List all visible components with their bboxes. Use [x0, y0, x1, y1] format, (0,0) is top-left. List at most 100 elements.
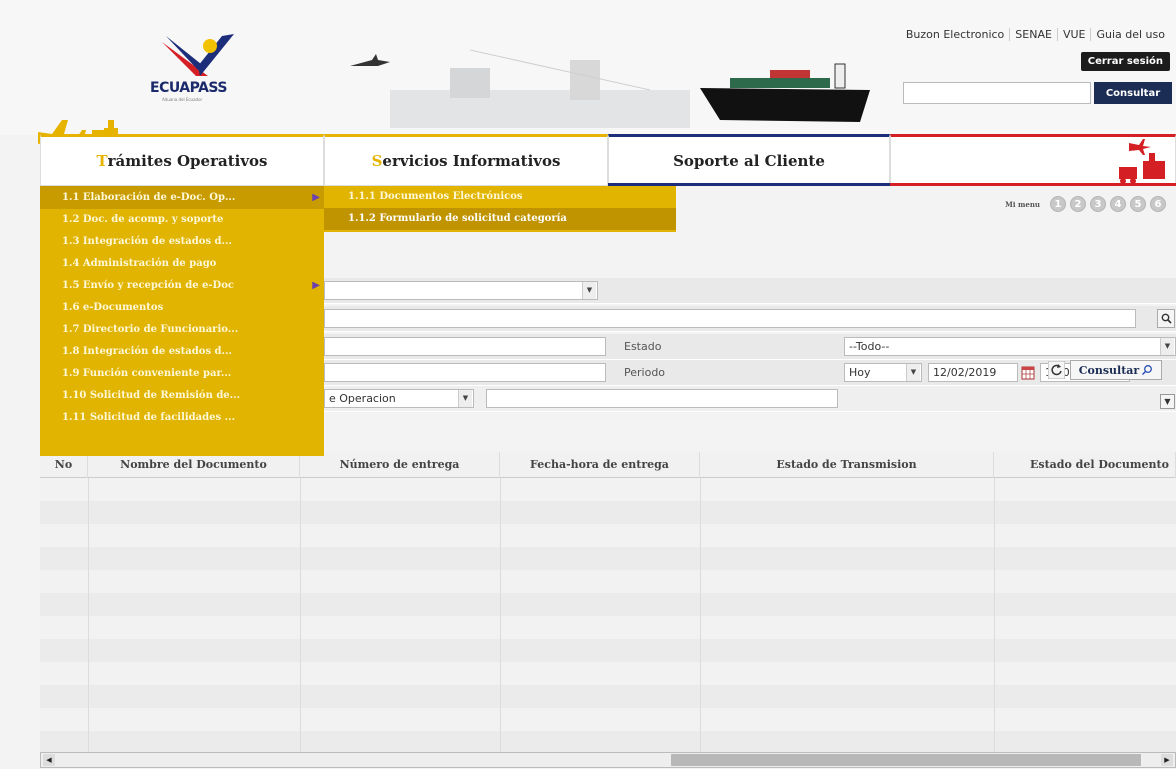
tab-servicios-informativos[interactable]: Servicios Informativos — [324, 134, 608, 186]
logo-mark-icon — [162, 34, 234, 76]
periodo-select[interactable]: Hoy ▼ — [844, 363, 922, 382]
logo-text: ECUAPASS — [150, 80, 227, 96]
menu-item-1-11[interactable]: 1.11 Solicitud de facilidades ... — [40, 407, 324, 429]
document-type-select[interactable]: ▼ — [324, 281, 598, 300]
menu-item-1-1[interactable]: 1.1 Elaboración de e-Doc. Op... ▶ — [40, 187, 324, 209]
nav-underline-red — [890, 183, 1176, 186]
col-estado-transmision[interactable]: Estado de Transmision — [700, 452, 994, 478]
col-estado-documento[interactable]: Estado del Documento — [994, 452, 1176, 478]
mi-menu-shortcut-2[interactable]: 2 — [1070, 196, 1086, 212]
ecuapass-logo[interactable]: ECUAPASS Aduana del Ecuador — [148, 30, 258, 102]
mi-menu-shortcut-5[interactable]: 5 — [1130, 196, 1146, 212]
mi-menu-shortcut-6[interactable]: 6 — [1150, 196, 1166, 212]
mi-menu-shortcut-3[interactable]: 3 — [1090, 196, 1106, 212]
menu-item-1-1-1[interactable]: 1.1.1 Documentos Electrónicos — [324, 186, 676, 208]
elaboracion-submenu: 1.1.1 Documentos Electrónicos 1.1.2 Form… — [324, 186, 676, 232]
top-links: Buzon Electronico SENAE VUE Guia del uso — [901, 28, 1170, 41]
mi-menu-shortcut-4[interactable]: 4 — [1110, 196, 1126, 212]
table-row — [40, 731, 1176, 754]
menu-item-1-5[interactable]: 1.5 Envío y recepción de e-Doc ▶ — [40, 275, 324, 297]
logo-subtext: Aduana del Ecuador — [162, 97, 203, 102]
operacion-value: e Operacion — [329, 392, 396, 405]
chevron-down-icon: ▼ — [1160, 338, 1174, 355]
chevron-down-icon: ▼ — [906, 364, 920, 381]
link-guia[interactable]: Guia del uso — [1090, 28, 1170, 41]
consultar-button[interactable]: Consultar — [1070, 360, 1162, 380]
menu-item-label: 1.2 Doc. de acomp. y soporte — [62, 214, 224, 225]
menu-item-label: 1.1.2 Formulario de solicitud categoría — [348, 213, 567, 224]
filter-input-a[interactable] — [324, 337, 606, 356]
cargo-decoration-icon — [1119, 139, 1165, 184]
menu-item-label: 1.1.1 Documentos Electrónicos — [348, 191, 523, 202]
menu-item-1-4[interactable]: 1.4 Administración de pago — [40, 253, 324, 275]
tab-cap: T — [96, 152, 108, 170]
horizontal-scrollbar[interactable]: ◀ ▶ — [40, 752, 1176, 768]
consultar-label: Consultar — [1078, 363, 1140, 377]
menu-item-label: 1.3 Integración de estados d... — [62, 236, 232, 247]
mi-menu-shortcut-1[interactable]: 1 — [1050, 196, 1066, 212]
table-row — [40, 593, 1176, 616]
table-row — [40, 616, 1176, 639]
column-divider — [994, 478, 995, 752]
column-divider — [300, 478, 301, 752]
tab-tramites-operativos[interactable]: Trámites Operativos — [40, 134, 324, 186]
filter-input-b[interactable] — [324, 363, 606, 382]
periodo-value: Hoy — [849, 366, 871, 379]
tab-decoration — [890, 134, 1176, 186]
document-search-input[interactable] — [324, 309, 1136, 328]
tab-label: rámites Operativos — [107, 152, 268, 170]
scrollbar-thumb[interactable] — [671, 754, 1141, 766]
refresh-icon[interactable] — [1048, 361, 1065, 379]
scroll-right-icon[interactable]: ▶ — [1161, 754, 1173, 766]
table-row — [40, 501, 1176, 524]
tab-soporte-cliente[interactable]: Soporte al Cliente — [608, 134, 890, 186]
scroll-left-icon[interactable]: ◀ — [43, 754, 55, 766]
menu-item-label: 1.7 Directorio de Funcionario... — [62, 324, 239, 335]
tab-label: ervicios Informativos — [382, 152, 561, 170]
menu-item-1-10[interactable]: 1.10 Solicitud de Remisión de... — [40, 385, 324, 407]
col-numero-entrega[interactable]: Número de entrega — [300, 452, 500, 478]
table-row — [40, 547, 1176, 570]
search-button[interactable] — [1157, 309, 1175, 328]
search-icon — [1142, 365, 1153, 376]
menu-item-1-1-2[interactable]: 1.1.2 Formulario de solicitud categoría — [324, 208, 676, 230]
date-from-input[interactable]: 12/02/2019 — [928, 363, 1018, 382]
menu-item-1-2[interactable]: 1.2 Doc. de acomp. y soporte — [40, 209, 324, 231]
menu-item-1-7[interactable]: 1.7 Directorio de Funcionario... — [40, 319, 324, 341]
chevron-down-icon[interactable]: ▼ — [1160, 394, 1175, 409]
mi-menu: Mi menu 1 2 3 4 5 6 — [1005, 196, 1166, 212]
estado-select[interactable]: --Todo-- ▼ — [844, 337, 1176, 356]
menu-item-1-3[interactable]: 1.3 Integración de estados d... — [40, 231, 324, 253]
table-row — [40, 570, 1176, 593]
column-divider — [700, 478, 701, 752]
table-row — [40, 524, 1176, 547]
column-divider — [500, 478, 501, 752]
menu-item-label: 1.10 Solicitud de Remisión de... — [62, 390, 241, 401]
header-search-button[interactable]: Consultar — [1094, 82, 1172, 104]
table-body — [40, 478, 1176, 754]
link-vue[interactable]: VUE — [1056, 28, 1091, 41]
calendar-icon[interactable] — [1020, 363, 1036, 382]
search-icon — [1161, 313, 1172, 324]
periodo-label: Periodo — [624, 366, 666, 379]
tab-cap: S — [371, 152, 383, 170]
menu-item-1-8[interactable]: 1.8 Integración de estados d... — [40, 341, 324, 363]
estado-value: --Todo-- — [849, 340, 890, 353]
link-buzon[interactable]: Buzon Electronico — [901, 28, 1009, 41]
menu-item-label: 1.6 e-Documentos — [62, 302, 164, 313]
chevron-right-icon: ▶ — [312, 280, 320, 291]
menu-item-1-9[interactable]: 1.9 Función conveniente par... — [40, 363, 324, 385]
header-search-input[interactable] — [903, 82, 1091, 104]
col-fecha-entrega[interactable]: Fecha-hora de entrega — [500, 452, 700, 478]
operacion-select[interactable]: e Operacion ▼ — [324, 389, 474, 408]
tab-label: Soporte al Cliente — [673, 152, 825, 170]
operacion-text-input[interactable] — [486, 389, 838, 408]
table-row — [40, 685, 1176, 708]
link-senae[interactable]: SENAE — [1009, 28, 1057, 41]
menu-item-1-6[interactable]: 1.6 e-Documentos — [40, 297, 324, 319]
chevron-right-icon: ▶ — [312, 192, 320, 203]
logout-button[interactable]: Cerrar sesión — [1080, 52, 1170, 71]
menu-item-label: 1.5 Envío y recepción de e-Doc — [62, 280, 234, 291]
table-row — [40, 478, 1176, 501]
chevron-down-icon: ▼ — [458, 390, 472, 407]
